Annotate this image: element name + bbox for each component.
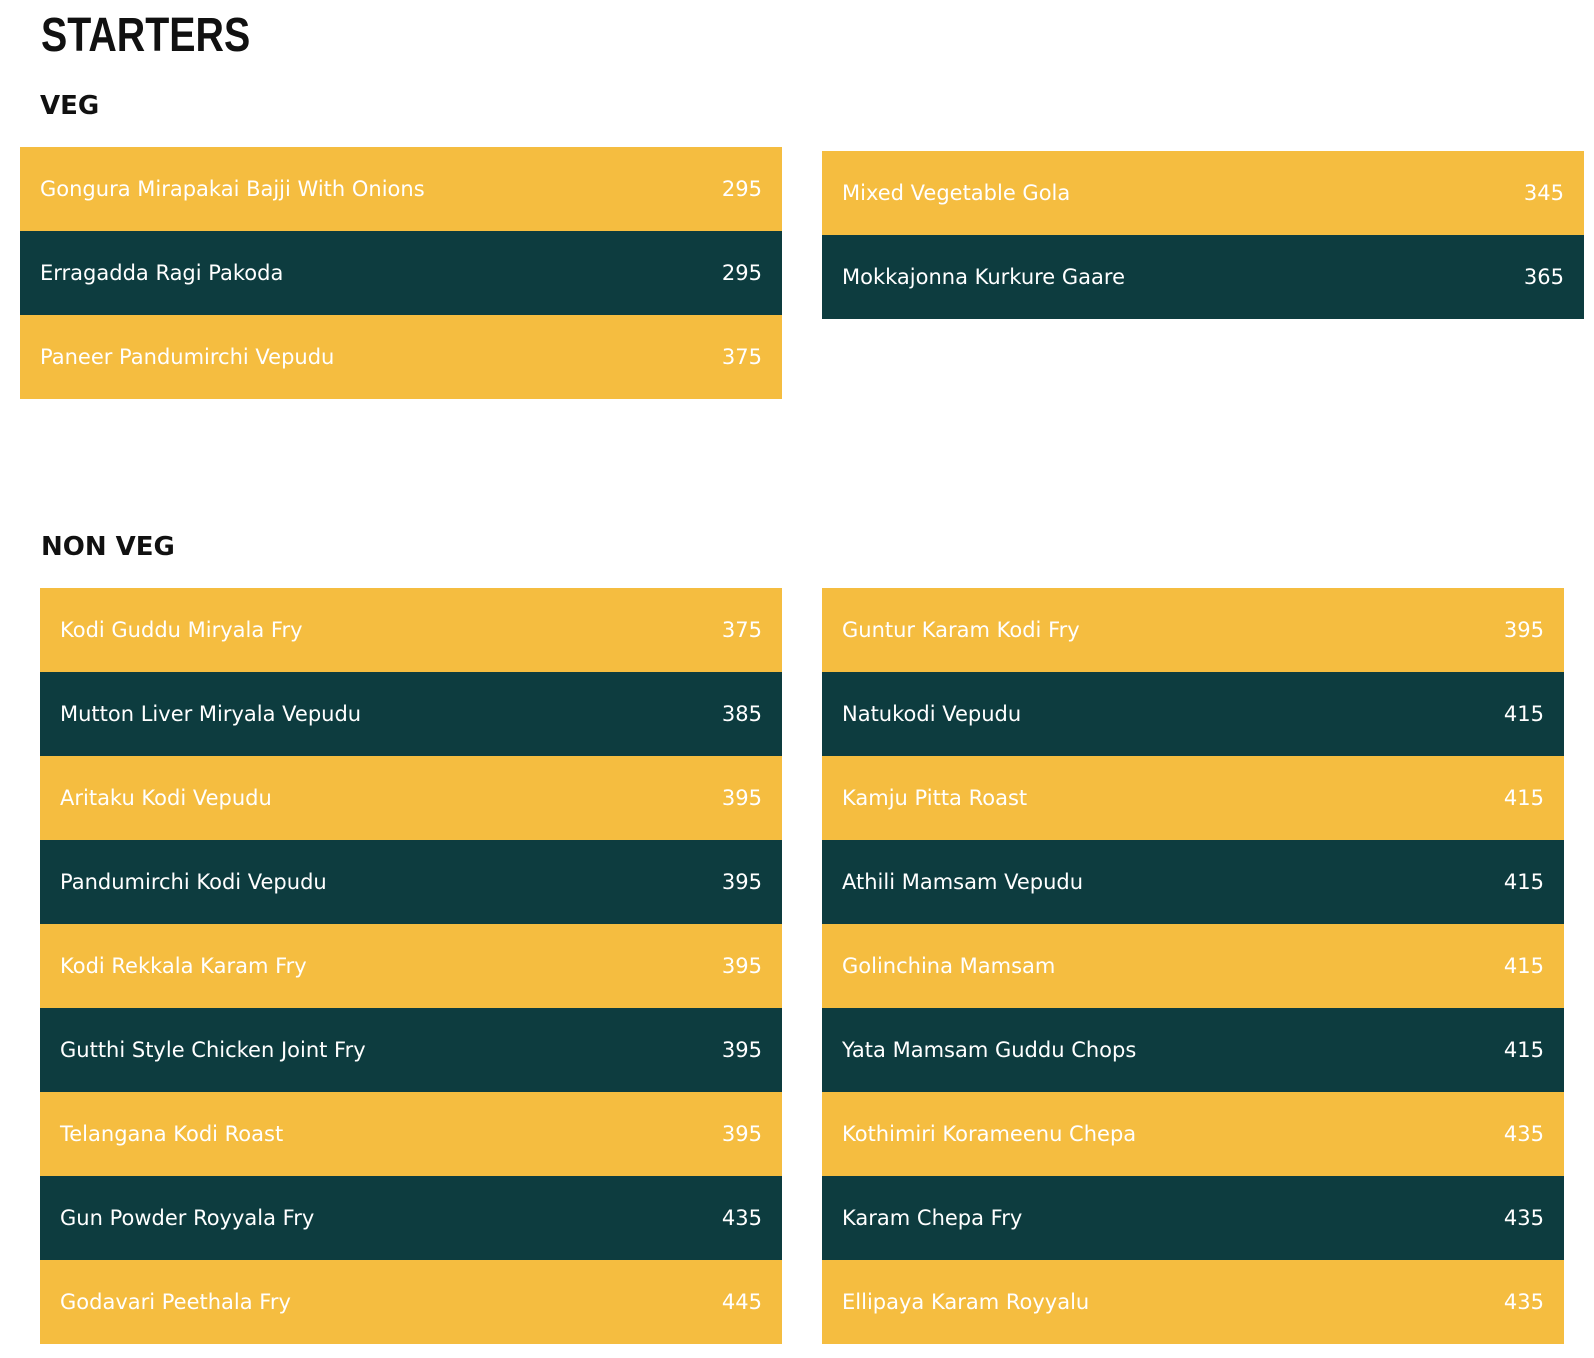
menu-item-name: Mutton Liver Miryala Vepudu: [60, 702, 362, 726]
menu-item-name: Pandumirchi Kodi Vepudu: [60, 870, 327, 894]
veg-menu-list-left: Gongura Mirapakai Bajji With Onions 295 Er…: [20, 147, 782, 399]
menu-item-name: Gutthi Style Chicken Joint Fry: [60, 1038, 366, 1062]
menu-item-price: 415: [1503, 702, 1544, 726]
menu-item-price: 445: [721, 1290, 762, 1314]
menu-item-row: Paneer Pandumirchi Vepudu 375: [20, 315, 782, 399]
menu-item-price: 395: [721, 1038, 762, 1062]
menu-item-row: Mixed Vegetable Gola 345: [822, 151, 1584, 235]
menu-item-row: Natukodi Vepudu 415: [822, 672, 1564, 756]
menu-item-row: Golinchina Mamsam 415: [822, 924, 1564, 1008]
menu-item-name: Paneer Pandumirchi Vepudu: [40, 345, 335, 369]
menu-item-row: Yata Mamsam Guddu Chops 415: [822, 1008, 1564, 1092]
menu-item-name: Kodi Guddu Miryala Fry: [60, 618, 303, 642]
menu-item-name: Gongura Mirapakai Bajji With Onions: [40, 177, 425, 201]
menu-item-row: Athili Mamsam Vepudu 415: [822, 840, 1564, 924]
menu-item-row: Ellipaya Karam Royyalu 435: [822, 1260, 1564, 1344]
menu-item-row: Kothimiri Korameenu Chepa 435: [822, 1092, 1564, 1176]
menu-item-row: Pandumirchi Kodi Vepudu 395: [40, 840, 782, 924]
menu-item-row: Gutthi Style Chicken Joint Fry 395: [40, 1008, 782, 1092]
menu-item-name: Kamju Pitta Roast: [842, 786, 1028, 810]
menu-item-row: Godavari Peethala Fry 445: [40, 1260, 782, 1344]
menu-item-price: 295: [721, 261, 762, 285]
menu-item-price: 415: [1503, 786, 1544, 810]
nonveg-menu-list-right: Guntur Karam Kodi Fry 395 Natukodi Vepudu 4…: [822, 588, 1564, 1344]
menu-item-name: Telangana Kodi Roast: [60, 1122, 284, 1146]
menu-item-name: Kothimiri Korameenu Chepa: [842, 1122, 1137, 1146]
menu-item-row: Guntur Karam Kodi Fry 395: [822, 588, 1564, 672]
menu-item-price: 375: [721, 618, 762, 642]
menu-item-price: 295: [721, 177, 762, 201]
menu-item-row: Kamju Pitta Roast 415: [822, 756, 1564, 840]
nonveg-menu-list-left: Kodi Guddu Miryala Fry 375 Mutton Liver Mi…: [40, 588, 782, 1344]
menu-item-name: Natukodi Vepudu: [842, 702, 1022, 726]
menu-item-row: Gun Powder Royyala Fry 435: [40, 1176, 782, 1260]
menu-item-row: Aritaku Kodi Vepudu 395: [40, 756, 782, 840]
menu-item-name: Kodi Rekkala Karam Fry: [60, 954, 307, 978]
menu-item-name: Aritaku Kodi Vepudu: [60, 786, 272, 810]
menu-item-price: 395: [721, 1122, 762, 1146]
section-title-starters: STARTERS: [41, 9, 251, 62]
menu-item-name: Yata Mamsam Guddu Chops: [842, 1038, 1137, 1062]
menu-item-price: 435: [721, 1206, 762, 1230]
menu-item-name: Gun Powder Royyala Fry: [60, 1206, 315, 1230]
menu-item-row: Gongura Mirapakai Bajji With Onions 295: [20, 147, 782, 231]
menu-item-row: Telangana Kodi Roast 395: [40, 1092, 782, 1176]
menu-item-price: 345: [1523, 181, 1564, 205]
menu-item-name: Golinchina Mamsam: [842, 954, 1056, 978]
menu-item-price: 415: [1503, 954, 1544, 978]
menu-item-name: Mixed Vegetable Gola: [842, 181, 1071, 205]
menu-item-row: Kodi Rekkala Karam Fry 395: [40, 924, 782, 1008]
menu-item-row: Mokkajonna Kurkure Gaare 365: [822, 235, 1584, 319]
menu-item-name: Mokkajonna Kurkure Gaare: [842, 265, 1125, 289]
menu-item-name: Karam Chepa Fry: [842, 1206, 1023, 1230]
menu-item-row: Kodi Guddu Miryala Fry 375: [40, 588, 782, 672]
veg-menu-list-right: Mixed Vegetable Gola 345 Mokkajonna Kurkur…: [822, 151, 1584, 319]
menu-item-price: 365: [1523, 265, 1564, 289]
menu-item-name: Guntur Karam Kodi Fry: [842, 618, 1080, 642]
menu-item-row: Erragadda Ragi Pakoda 295: [20, 231, 782, 315]
menu-item-name: Athili Mamsam Vepudu: [842, 870, 1084, 894]
menu-item-price: 435: [1503, 1122, 1544, 1146]
menu-item-row: Karam Chepa Fry 435: [822, 1176, 1564, 1260]
menu-item-price: 395: [721, 870, 762, 894]
menu-item-price: 395: [721, 954, 762, 978]
menu-item-price: 415: [1503, 870, 1544, 894]
menu-item-name: Erragadda Ragi Pakoda: [40, 261, 284, 285]
subsection-title-nonveg: NON VEG: [41, 532, 175, 562]
menu-item-price: 395: [1503, 618, 1544, 642]
menu-item-price: 435: [1503, 1206, 1544, 1230]
menu-item-name: Godavari Peethala Fry: [60, 1290, 291, 1314]
menu-item-row: Mutton Liver Miryala Vepudu 385: [40, 672, 782, 756]
menu-page: STARTERS VEG Gongura Mirapakai Bajji Wit…: [0, 0, 1594, 1358]
menu-item-price: 375: [721, 345, 762, 369]
menu-item-price: 395: [721, 786, 762, 810]
menu-item-price: 415: [1503, 1038, 1544, 1062]
menu-item-price: 385: [721, 702, 762, 726]
menu-item-price: 435: [1503, 1290, 1544, 1314]
menu-item-name: Ellipaya Karam Royyalu: [842, 1290, 1090, 1314]
subsection-title-veg: VEG: [40, 91, 100, 121]
